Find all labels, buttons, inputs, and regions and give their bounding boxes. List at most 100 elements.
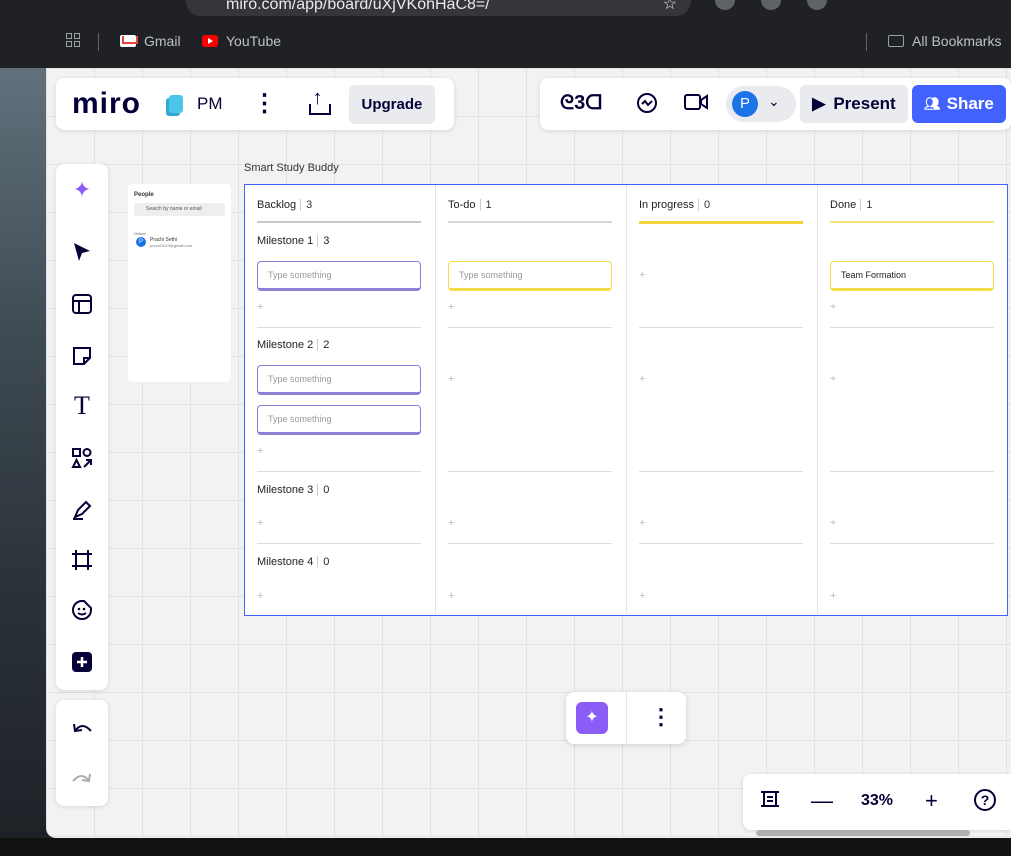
more-options-icon[interactable]: ⋮ — [650, 704, 672, 730]
bookmark-star-icon[interactable]: ☆ — [663, 0, 677, 14]
collaborators-menu[interactable]: P ⌄ — [726, 86, 796, 122]
undo-icon[interactable] — [56, 708, 108, 748]
row-divider — [257, 471, 421, 472]
zoom-level[interactable]: 33% — [861, 792, 893, 810]
milestone-header[interactable]: Milestone 13 — [257, 235, 330, 247]
zoom-in-icon[interactable]: + — [925, 788, 938, 814]
bookmark-gmail[interactable]: Gmail — [120, 33, 181, 49]
present-label: Present — [833, 94, 896, 113]
board-menu-icon[interactable]: ⋮ — [253, 92, 277, 116]
column-divider — [639, 221, 803, 224]
add-card-icon[interactable]: + — [830, 590, 836, 602]
add-card-icon[interactable]: + — [448, 590, 454, 602]
row-divider — [830, 471, 994, 472]
profile-icon[interactable] — [761, 0, 781, 10]
add-card-icon[interactable]: + — [448, 373, 454, 385]
fit-to-screen-icon[interactable] — [759, 788, 781, 816]
present-button[interactable]: ▶ Present — [800, 85, 908, 123]
comments-icon[interactable] — [636, 92, 658, 120]
column-divider — [830, 221, 994, 223]
ai-sparkle-icon[interactable]: ✦ — [576, 702, 608, 734]
video-call-icon[interactable] — [684, 92, 708, 118]
address-bar[interactable]: miro.com/app/board/uXjVKohHaC8=/ ☆ — [186, 0, 691, 16]
row-divider — [448, 471, 612, 472]
online-label: Online — [134, 231, 146, 236]
select-cursor-icon[interactable] — [56, 232, 108, 272]
add-card-icon[interactable]: + — [257, 301, 263, 313]
shapes-icon[interactable] — [56, 438, 108, 478]
sticky-note-icon[interactable] — [56, 336, 108, 376]
card[interactable]: Type something — [448, 261, 612, 291]
share-button[interactable]: 👥︎ Share — [912, 85, 1006, 123]
add-card-icon[interactable]: + — [639, 590, 645, 602]
screen-bottom — [0, 838, 1011, 856]
add-card-icon[interactable]: + — [448, 517, 454, 529]
add-card-icon[interactable]: + — [639, 517, 645, 529]
play-icon: ▶ — [812, 94, 826, 113]
milestone-header[interactable]: Milestone 30 — [257, 484, 330, 496]
help-icon[interactable]: ? — [973, 788, 997, 818]
row-divider — [639, 471, 803, 472]
bookmark-label: Gmail — [144, 33, 181, 49]
selection-toolbar: ✦ ⋮ — [566, 692, 686, 744]
bookmark-youtube[interactable]: YouTube — [202, 33, 281, 49]
board-canvas[interactable]: miro PM ⋮ Upgrade ᘓ3ᗡ P ⌄ ▶ Present 👥︎ S… — [46, 68, 1011, 838]
ai-sparkle-icon[interactable]: ✦ — [56, 170, 108, 210]
card[interactable]: Type something — [257, 261, 421, 291]
horizontal-scrollbar[interactable] — [756, 830, 970, 836]
chevron-down-icon: ⌄ — [768, 93, 780, 109]
add-card-icon[interactable]: + — [639, 373, 645, 385]
board-name[interactable]: PM — [197, 94, 223, 114]
milestone-header[interactable]: Milestone 22 — [257, 339, 330, 351]
milestone-header[interactable]: Milestone 40 — [257, 556, 330, 568]
add-card-icon[interactable]: + — [830, 301, 836, 313]
youtube-icon — [202, 35, 218, 47]
board-icon — [169, 95, 184, 113]
add-card-icon[interactable]: + — [257, 445, 263, 457]
frame-icon[interactable] — [56, 540, 108, 580]
column-in-progress: In progress 0 + + + + — [627, 185, 818, 614]
column-divider — [257, 221, 421, 223]
zoom-out-icon[interactable]: — — [811, 788, 833, 814]
bookmarks-bar: Gmail YouTube All Bookmarks — [0, 28, 1011, 56]
sticker-icon[interactable] — [56, 590, 108, 630]
miro-logo[interactable]: miro — [72, 87, 141, 121]
all-bookmarks[interactable]: All Bookmarks — [888, 33, 1001, 49]
redo-icon[interactable] — [56, 758, 108, 798]
card[interactable]: Type something — [257, 365, 421, 395]
people-search-input[interactable]: Search by name or email — [134, 203, 225, 216]
add-card-icon[interactable]: + — [448, 301, 454, 313]
row-divider — [830, 543, 994, 544]
bookmark-separator — [98, 33, 99, 51]
export-icon[interactable] — [308, 87, 331, 115]
pen-icon[interactable] — [56, 490, 108, 530]
card[interactable]: Type something — [257, 405, 421, 435]
upgrade-button[interactable]: Upgrade — [348, 84, 436, 124]
apps-icon[interactable] — [66, 33, 80, 47]
column-done: Done 1 Team Formation + + + + — [818, 185, 1009, 614]
add-card-icon[interactable]: + — [830, 517, 836, 529]
add-card-icon[interactable]: + — [639, 269, 645, 281]
column-header[interactable]: To-do 1 — [448, 199, 492, 211]
row-divider — [257, 543, 421, 544]
reactions-icon[interactable]: ᘓ3ᗡ — [560, 92, 602, 115]
column-header[interactable]: Backlog 3 — [257, 199, 313, 211]
row-divider — [639, 543, 803, 544]
add-card-icon[interactable]: + — [257, 590, 263, 602]
kanban-frame[interactable]: Backlog 3 Milestone 13 Type something + M… — [244, 184, 1008, 616]
column-header[interactable]: Done 1 — [830, 199, 873, 211]
extension-icon[interactable] — [715, 0, 735, 10]
card-team-formation[interactable]: Team Formation — [830, 261, 994, 291]
gmail-icon — [120, 35, 136, 47]
row-divider — [448, 543, 612, 544]
browser-extension-icons — [715, 0, 827, 10]
add-card-icon[interactable]: + — [830, 373, 836, 385]
text-tool-icon[interactable]: T — [56, 386, 108, 426]
add-card-icon[interactable]: + — [257, 517, 263, 529]
templates-icon[interactable] — [56, 284, 108, 324]
column-backlog: Backlog 3 Milestone 13 Type something + M… — [245, 185, 436, 614]
more-tools-icon[interactable] — [56, 642, 108, 682]
column-header[interactable]: In progress 0 — [639, 199, 711, 211]
extension-icon[interactable] — [807, 0, 827, 10]
frame-title[interactable]: Smart Study Buddy — [244, 162, 339, 174]
